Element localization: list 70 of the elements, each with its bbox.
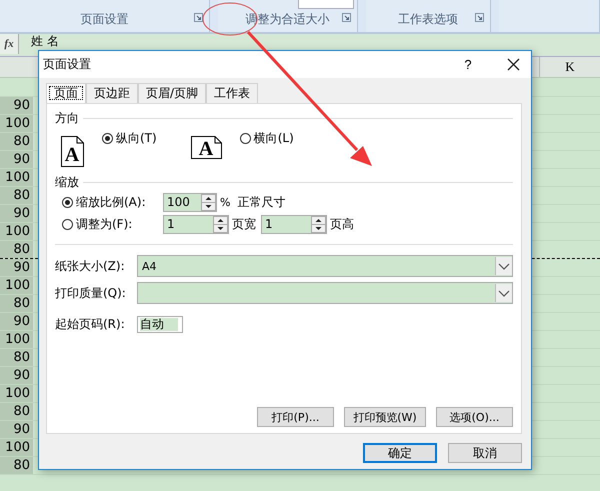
section-heading: 方向 [55,110,79,126]
dialog-launcher-icon[interactable] [194,13,203,22]
table-cell: 100 [0,385,34,402]
group-label: 调整为合适大小 [246,12,330,26]
table-cell: 80 [0,241,34,258]
table-cell: 90 [0,313,34,330]
radio-indicator[interactable] [62,218,73,230]
tab[interactable]: 工作表 [206,83,258,103]
table-cell: 100 [0,331,34,348]
table-cell: 90 [0,205,34,222]
field-label: 正常尺寸 [237,194,286,210]
dialog-title: 页面设置 [43,56,92,73]
field-label: 页宽 [232,216,256,232]
table-cell: 90 [0,97,34,114]
table-cell: 100 [0,277,34,294]
button[interactable]: 打印(P)... [257,407,334,427]
field-label: 起始页码(R): [55,316,126,333]
table-cell: 100 [0,439,34,456]
radio-button[interactable]: 横向(L) [240,130,294,147]
annotation-circle [202,2,258,36]
spin-field[interactable]: 1 [163,214,229,234]
button[interactable]: 选项(O)... [436,407,513,427]
button[interactable]: 打印预览(W) [344,407,426,427]
field-label: 纸张大小(Z): [55,258,126,274]
table-cell: 90 [0,259,34,276]
field-label: 页高 [330,216,354,232]
radio-button[interactable]: 调整为(F): [62,216,163,232]
dialog-launcher-icon[interactable] [342,13,351,22]
button[interactable]: 确定 [363,443,437,463]
tab[interactable]: 页眉/页脚 [138,83,206,103]
chevron-down-icon [498,290,510,296]
table-cell: 80 [0,349,34,366]
column-header[interactable]: K [539,57,600,77]
table-cell: 90 [0,367,34,384]
tab[interactable]: 页边距 [86,83,138,103]
field-label: 打印质量(Q): [55,284,127,302]
tab[interactable]: 页面 [46,83,86,103]
radio-button[interactable]: 缩放比例(A): [62,194,163,210]
table-cell: 80 [0,295,34,312]
chevron-down-icon [498,262,510,270]
help-button[interactable]: ? [453,57,483,72]
button[interactable]: 取消 [448,443,522,463]
group-label: 工作表选项 [398,12,458,26]
radio-indicator[interactable] [102,133,113,144]
input-field[interactable]: 自动 [137,316,183,333]
radio-indicator[interactable] [62,196,73,208]
close-icon [506,58,520,71]
table-cell: 100 [0,115,34,132]
table-cell: 80 [0,133,34,150]
table-cell: 90 [0,421,34,438]
spin-field[interactable]: 100 [163,192,217,212]
table-cell: 80 [0,457,34,474]
group-label: 页面设置 [80,12,128,26]
formula-value: 姓 名 [31,35,59,48]
radio-indicator[interactable] [240,133,251,144]
percent-sign: % [220,196,230,208]
table-cell: 80 [0,403,34,420]
radio-button[interactable]: 纵向(T) [102,130,157,147]
table-cell: 100 [0,223,34,240]
table-cell: 100 [0,169,34,186]
spin-field[interactable]: 1 [261,214,327,234]
spinner-arrows-icon [201,194,216,210]
dialog-launcher-icon[interactable] [475,13,484,22]
dropdown-field[interactable]: A4 [137,255,513,277]
spinner-arrows-icon [213,216,228,232]
table-cell: 90 [0,151,34,168]
table-cell: 80 [0,187,34,204]
section-heading: 缩放 [55,174,79,190]
function-icon[interactable]: fx [0,34,19,54]
spinner-arrows-icon [311,216,326,232]
